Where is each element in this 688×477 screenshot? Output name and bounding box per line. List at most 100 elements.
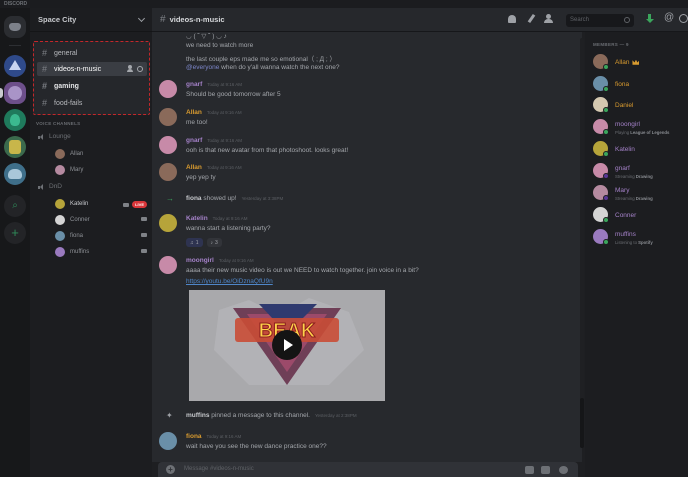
author-name[interactable]: gnarf [186, 137, 202, 144]
voice-user-name: fiona [70, 233, 84, 239]
member-item[interactable]: moongirl Playing League of Legends [593, 118, 688, 136]
channel-general[interactable]: # general [37, 46, 147, 60]
avatar[interactable] [159, 108, 177, 126]
system-author[interactable]: muffins [186, 412, 209, 419]
gear-icon[interactable] [137, 66, 143, 72]
pin-icon[interactable] [527, 13, 536, 24]
online-status-icon [603, 107, 609, 113]
channel-title: videos-n-music [169, 15, 225, 24]
channel-videos-n-music[interactable]: # videos-n-music [37, 62, 147, 76]
message-author[interactable]: gnarf Today at 9:16 AM [186, 81, 242, 88]
author-name[interactable]: moongirl [186, 257, 214, 264]
author-name[interactable]: gnarf [186, 81, 202, 88]
play-button[interactable] [272, 330, 302, 360]
message-author[interactable]: moongirl Today at 9:16 AM [186, 257, 254, 264]
voice-channel-dnd[interactable]: DnD [38, 183, 62, 190]
gift-icon[interactable] [525, 466, 534, 474]
avatar[interactable] [159, 80, 177, 98]
avatar[interactable] [159, 256, 177, 274]
message-input[interactable]: + Message #videos-n-music [158, 462, 578, 477]
voice-user[interactable]: Conner [55, 215, 147, 225]
add-server-icon[interactable]: + [4, 222, 26, 244]
chat-scrollbar[interactable] [580, 38, 584, 448]
online-status-icon [603, 151, 609, 157]
voice-user-name: Conner [70, 217, 90, 223]
scroll-thumb[interactable] [580, 398, 584, 448]
message-author[interactable]: gnarf Today at 9:16 AM [186, 137, 242, 144]
voice-user[interactable]: Katelin LIVE [55, 199, 147, 209]
member-item[interactable]: Daniel [593, 96, 688, 114]
message-author[interactable]: Allan Today at 9:16 AM [186, 109, 242, 116]
crown-icon [632, 59, 640, 65]
voice-user[interactable]: Allan [55, 149, 147, 159]
server-icon-5[interactable] [4, 163, 26, 185]
member-item[interactable]: fiona [593, 75, 688, 93]
channel-food-fails[interactable]: # food-fails [37, 96, 147, 110]
member-activity: Listening to Spotify [615, 240, 653, 245]
mentions-icon[interactable]: @ [664, 12, 674, 23]
everyone-mention[interactable]: @everyone [186, 64, 219, 71]
voice-user[interactable]: fiona [55, 231, 147, 241]
join-arrow-icon: → [166, 194, 174, 203]
member-item[interactable]: Conner [593, 206, 688, 224]
system-text: showed up! [201, 195, 237, 202]
live-badge: LIVE [132, 201, 147, 208]
home-discord-icon[interactable] [4, 16, 26, 38]
message-author[interactable]: fiona Today at 9:16 AM [186, 433, 241, 440]
message-author[interactable]: Katelin Today at 9:16 AM [186, 215, 247, 222]
reaction-button[interactable]: ♫ 1 [186, 238, 203, 247]
video-embed[interactable]: BEAK [189, 290, 385, 401]
author-name[interactable]: Allan [186, 109, 202, 116]
member-name: muffins [615, 231, 636, 238]
members-icon[interactable] [544, 14, 553, 23]
member-item[interactable]: gnarf Streaming Drawing [593, 162, 688, 180]
avatar[interactable] [159, 432, 177, 450]
avatar [55, 215, 65, 225]
gif-icon[interactable] [541, 466, 550, 474]
message-text: yep yep ty [186, 174, 216, 181]
search-input[interactable]: Search [566, 14, 634, 27]
voice-channel-lounge[interactable]: Lounge [38, 133, 71, 140]
author-name[interactable]: Allan [186, 164, 202, 171]
member-item[interactable]: Katelin [593, 140, 688, 158]
server-icon-4[interactable] [4, 136, 26, 158]
search-icon [624, 17, 630, 23]
help-icon[interactable] [679, 14, 688, 23]
member-name: Allan [615, 59, 640, 66]
reaction-button[interactable]: ♪ 3 [206, 238, 222, 247]
timestamp: Yesterday at 3:38PM [241, 196, 284, 201]
voice-channels-header[interactable]: VOICE CHANNELS [36, 121, 80, 126]
server-icon-space-city[interactable] [4, 82, 26, 104]
avatar[interactable] [159, 214, 177, 232]
avatar[interactable] [159, 163, 177, 181]
bell-icon[interactable] [508, 14, 516, 23]
member-item[interactable]: Mary Streaming Drawing [593, 184, 688, 202]
explore-servers-icon[interactable]: ⌕ [4, 195, 26, 217]
timestamp: Yesterday at 2:38PM [314, 413, 357, 418]
author-name[interactable]: fiona [186, 433, 202, 440]
server-icon-1[interactable] [4, 55, 26, 77]
voice-user[interactable]: muffins [55, 247, 147, 257]
member-name: fiona [615, 81, 630, 88]
youtube-link[interactable]: https://youtu.be/OiDznaQfU9n [186, 278, 273, 285]
music-note-icon: ♫ [190, 239, 194, 246]
message-author[interactable]: Allan Today at 9:16 AM [186, 164, 242, 171]
voice-user[interactable]: Mary [55, 165, 147, 175]
member-item[interactable]: Allan [593, 53, 688, 71]
channel-gaming[interactable]: # gaming [37, 79, 147, 93]
emoji-icon[interactable] [559, 466, 568, 474]
member-item[interactable]: muffins Listening to Spotify [593, 228, 688, 246]
message-list[interactable]: ◡ ( ˘ ▽ ˘ ) ◡ ♪ we need to watch more th… [152, 32, 582, 462]
pin-icon: ✦ [166, 411, 173, 420]
hash-icon: # [42, 64, 48, 74]
download-icon[interactable] [645, 14, 654, 24]
activity-name: Drawing [635, 174, 653, 179]
avatar[interactable] [159, 136, 177, 154]
server-icon-3[interactable] [4, 109, 26, 131]
invite-icon[interactable] [127, 65, 133, 72]
hash-icon: # [42, 48, 48, 58]
attach-plus-icon[interactable]: + [166, 465, 175, 474]
author-name[interactable]: Katelin [186, 215, 208, 222]
system-author[interactable]: fiona [186, 195, 202, 202]
server-header[interactable]: Space City [30, 8, 152, 32]
